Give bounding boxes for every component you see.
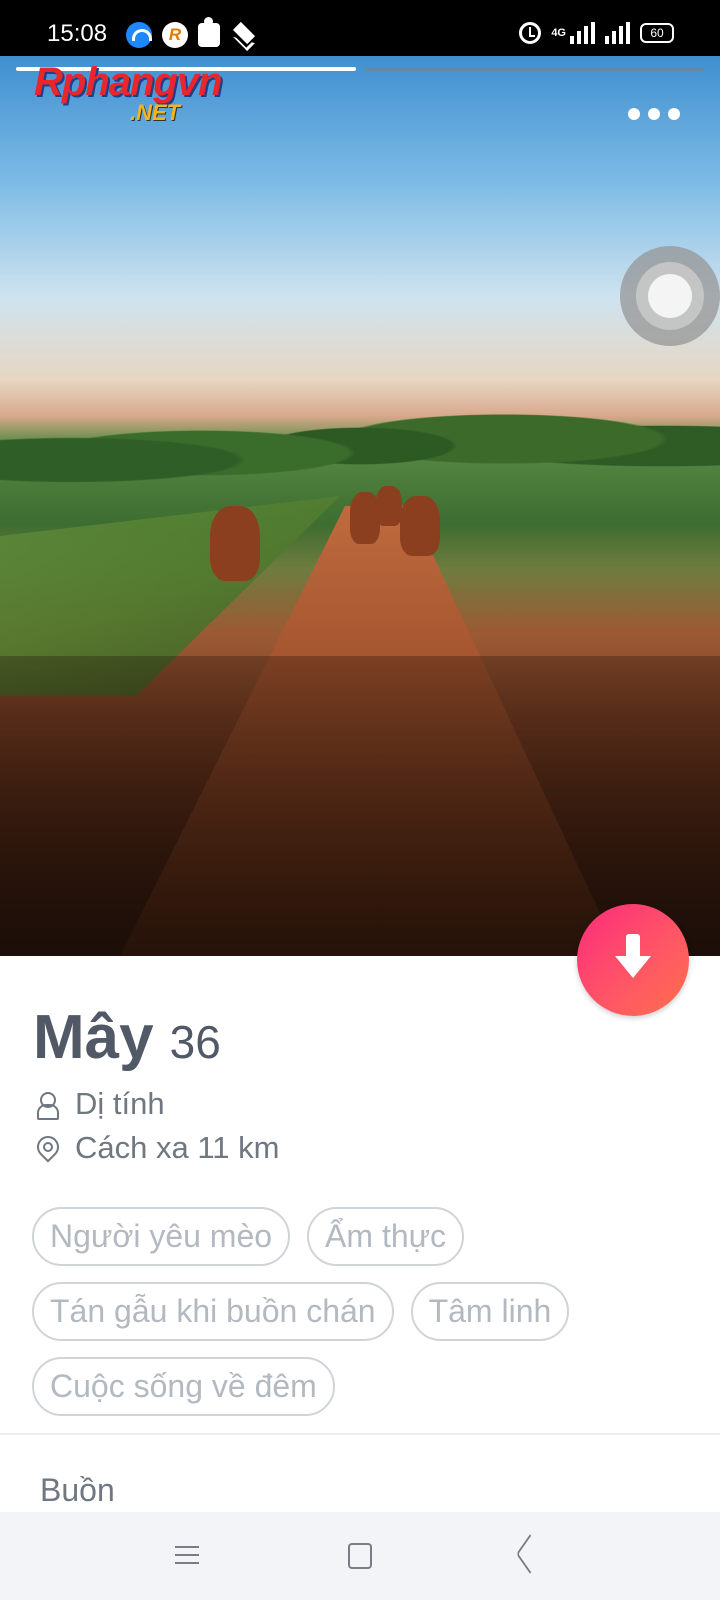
network-label: 4G xyxy=(551,27,566,39)
interest-tags: Người yêu mèo Ẩm thực Tán gẫu khi buồn c… xyxy=(32,1207,692,1416)
home-icon[interactable] xyxy=(340,1538,380,1574)
interest-tag: Tán gẫu khi buồn chán xyxy=(32,1282,394,1341)
interest-tag: Ẩm thực xyxy=(307,1207,465,1266)
status-right-icons: 4G 60 xyxy=(519,22,674,44)
watermark-sub: .NET xyxy=(130,100,181,125)
more-options-button[interactable] xyxy=(628,104,684,124)
orientation-row: Dị tính xyxy=(35,1086,165,1122)
orientation-text: Dị tính xyxy=(75,1086,165,1121)
puzzle-icon xyxy=(198,17,220,47)
status-time: 15:08 xyxy=(47,20,108,47)
arrow-down-icon xyxy=(615,934,651,984)
interest-tag: Tâm linh xyxy=(410,1282,570,1341)
wifi-icon xyxy=(126,22,152,48)
divider xyxy=(0,1433,720,1435)
profile-photo[interactable] xyxy=(0,56,720,956)
name-row: Mây 36 xyxy=(33,1002,221,1073)
distance-text: Cách xa 11 km xyxy=(75,1130,280,1165)
collapse-profile-button[interactable] xyxy=(577,904,689,1016)
watermark-logo: Rphangvn .NET xyxy=(34,60,223,125)
watermark-main: Rphangvn xyxy=(34,60,223,104)
interest-tag: Cuộc sống về đêm xyxy=(32,1357,335,1416)
menu-icon[interactable] xyxy=(169,1538,209,1574)
distance-row: Cách xa 11 km xyxy=(35,1130,279,1166)
photo-cow xyxy=(210,506,260,581)
location-pin-icon xyxy=(35,1135,57,1161)
photo-progress-inactive xyxy=(364,67,704,71)
assistive-touch-button[interactable] xyxy=(620,246,720,346)
layers-icon xyxy=(230,23,254,47)
system-nav-bar xyxy=(0,1512,720,1600)
dot-icon xyxy=(628,108,640,120)
app-r-icon: R xyxy=(162,22,188,48)
dot-icon xyxy=(668,108,680,120)
photo-cow xyxy=(400,496,440,556)
dot-icon xyxy=(648,108,660,120)
status-left-icons: R xyxy=(126,17,254,48)
battery-icon: 60 xyxy=(640,23,674,43)
profile-name: Mây xyxy=(33,1003,154,1072)
photo-cow xyxy=(376,486,402,526)
person-icon xyxy=(35,1091,59,1120)
alarm-icon xyxy=(519,22,542,44)
signal-icon xyxy=(570,22,595,44)
profile-bio: Buồn xyxy=(40,1472,115,1508)
profile-age: 36 xyxy=(169,1016,221,1068)
signal-icon xyxy=(605,22,630,44)
status-bar: 15:08 R 4G 60 xyxy=(0,0,720,56)
back-icon[interactable] xyxy=(512,1538,552,1574)
interest-tag: Người yêu mèo xyxy=(32,1207,291,1266)
